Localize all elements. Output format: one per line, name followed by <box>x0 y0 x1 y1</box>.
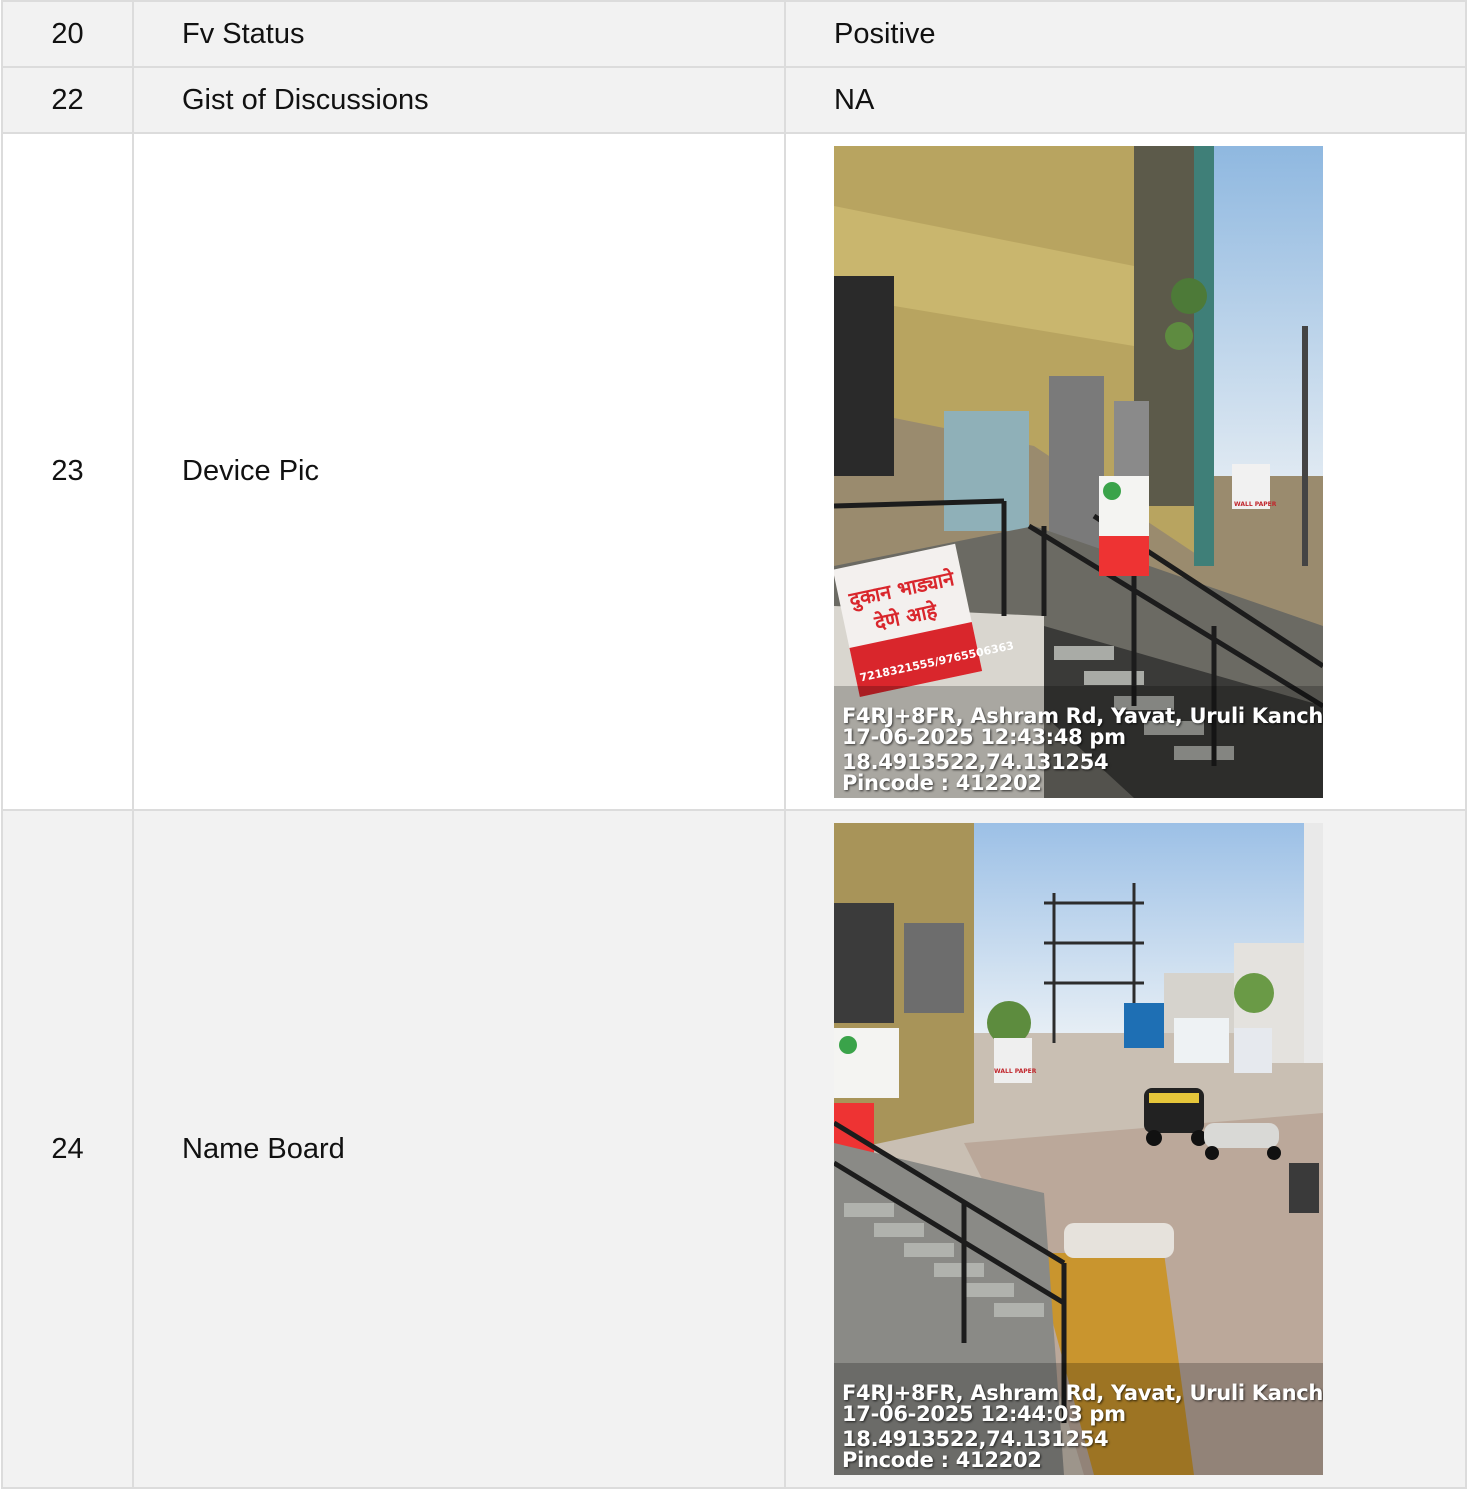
row-label: Gist of Discussions <box>132 66 786 134</box>
geotag-coordinates: 18.4913522,74.131254 <box>842 749 1109 774</box>
photo-geotag: F4RJ+8FR, Ashram Rd, Yavat, Uruli Kancha… <box>842 703 1323 795</box>
name-board-photo-image: WALL PAPER <box>834 823 1323 1475</box>
row-value: Positive <box>784 0 1467 68</box>
geotag-pincode: Pincode : 412202 <box>842 770 1042 795</box>
geotag-address: F4RJ+8FR, Ashram Rd, Yavat, Uruli Kancha… <box>842 703 1323 728</box>
row-value: NA <box>784 66 1467 134</box>
row-label: Device Pic <box>132 132 786 811</box>
geotag-address: F4RJ+8FR, Ashram Rd, Yavat, Uruli Kancha… <box>842 1381 1323 1405</box>
table-row: 24 Name Board WALL PAPER F4RJ+8FR, Ashra… <box>1 809 1467 1489</box>
row-value: दुकान भाड्याने देणे आहे 7218321555/97655… <box>784 132 1467 811</box>
row-number: 20 <box>1 0 134 68</box>
table-row: 23 Device Pic दुकान भाड्याने देणे आहे 72… <box>1 132 1467 811</box>
row-number: 24 <box>1 809 134 1489</box>
details-table: 20 Fv Status Positive 22 Gist of Discuss… <box>1 0 1467 1489</box>
row-number: 23 <box>1 132 134 811</box>
row-label: Fv Status <box>132 0 786 68</box>
geotag-coordinates: 18.4913522,74.131254 <box>842 1427 1109 1451</box>
row-number: 22 <box>1 66 134 134</box>
row-value: WALL PAPER F4RJ+8FR, Ashram Rd, Yavat, U… <box>784 809 1467 1489</box>
photo-geotag: F4RJ+8FR, Ashram Rd, Yavat, Uruli Kancha… <box>842 1383 1323 1471</box>
wall-paper-sign: WALL PAPER <box>1234 501 1277 508</box>
table-row: 22 Gist of Discussions NA <box>1 66 1467 134</box>
document-page: 20 Fv Status Positive 22 Gist of Discuss… <box>0 0 1469 1495</box>
table-row: 20 Fv Status Positive <box>1 0 1467 68</box>
wall-paper-sign: WALL PAPER <box>994 1068 1037 1075</box>
geotag-datetime: 17-06-2025 12:43:48 pm <box>842 724 1126 749</box>
device-photo: दुकान भाड्याने देणे आहे 7218321555/97655… <box>834 145 1323 798</box>
name-board-photo: WALL PAPER F4RJ+8FR, Ashram Rd, Yavat, U… <box>834 823 1323 1475</box>
row-label: Name Board <box>132 809 786 1489</box>
geotag-pincode: Pincode : 412202 <box>842 1448 1042 1472</box>
device-photo-image: दुकान भाड्याने देणे आहे 7218321555/97655… <box>834 145 1323 798</box>
geotag-datetime: 17-06-2025 12:44:03 pm <box>842 1402 1126 1426</box>
